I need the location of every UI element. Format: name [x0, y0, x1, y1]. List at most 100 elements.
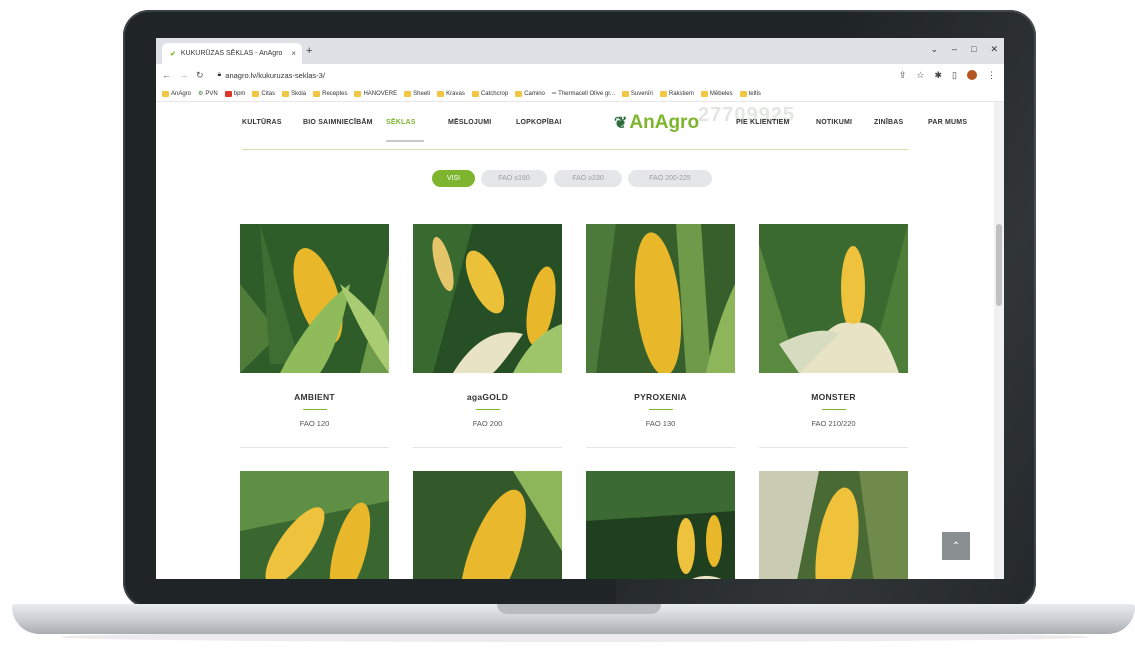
nav-item-meslojumi[interactable]: MĒSLOJUMI [448, 119, 491, 126]
window-controls: ⌄ – □ ✕ [930, 44, 998, 55]
product-image-ambient[interactable] [240, 224, 389, 373]
folder-icon [404, 90, 412, 97]
toolbar-actions: ⇪ ☆ ✱ ▯ ⋮ [899, 70, 996, 81]
product-name[interactable]: AMBIENT [240, 392, 389, 402]
dash-icon: ═ [551, 90, 557, 97]
bookmark-item[interactable]: ═ Thermacell Olive gr... [552, 91, 615, 97]
filter-fao-200-225[interactable]: FAO 200-225 [628, 170, 712, 187]
bookmark-item[interactable]: Receptes [313, 90, 347, 97]
folder-icon [252, 90, 260, 97]
reload-icon[interactable]: ↻ [196, 70, 204, 81]
nav-item-seklas[interactable]: SĒKLAS [386, 119, 416, 126]
folder-icon [224, 90, 232, 97]
product-image[interactable] [759, 471, 908, 579]
site-logo[interactable]: ❦ AnAgro [614, 112, 699, 134]
product-name[interactable]: MONSTER [759, 392, 908, 402]
laptop-notch [497, 604, 661, 614]
nav-item-pie-klientiem[interactable]: PIE KLIENTIEM [736, 119, 790, 126]
product-underline [303, 409, 327, 410]
browser-tab[interactable]: ✔ KUKURŪZAS SĒKLAS - AnAgro × [162, 43, 302, 64]
product-name[interactable]: agaGOLD [413, 392, 562, 402]
bookmark-item[interactable]: teltis [739, 90, 761, 97]
chevron-down-icon[interactable]: ⌄ [930, 44, 938, 55]
folder-icon [313, 90, 321, 97]
product-fao: FAO 130 [645, 419, 676, 428]
nav-item-bio[interactable]: BIO SAIMNIECĪBĀM [303, 119, 373, 126]
product-image-pyroxenia[interactable] [586, 224, 735, 373]
minimize-icon[interactable]: – [952, 44, 957, 55]
product-image[interactable] [240, 471, 389, 579]
folder-icon [621, 90, 629, 97]
product-image[interactable] [586, 471, 735, 579]
filter-all[interactable]: VISI [432, 170, 475, 187]
product-underline [649, 409, 673, 410]
new-tab-button[interactable]: + [306, 45, 312, 57]
active-nav-indicator [386, 140, 424, 142]
address-bar: ← → ↻ 🔒︎ anagro.lv/kukuruzas-seklas-3/ ⇪… [156, 64, 1004, 86]
page-scrollbar[interactable] [994, 102, 1004, 579]
bookmark-item[interactable]: Mēbeles [700, 90, 733, 97]
product-fao: FAO 210/220 [811, 419, 856, 428]
filter-fao-230[interactable]: FAO ≥230 [554, 170, 622, 187]
share-icon[interactable]: ⇪ [899, 70, 907, 81]
bookmark-item[interactable]: HANOVERE [354, 90, 397, 97]
menu-dots-icon[interactable]: ⋮ [987, 70, 996, 81]
folder-icon [739, 90, 747, 97]
product-fao: FAO 120 [299, 419, 330, 428]
gear-icon: ⚙ [198, 91, 204, 97]
scroll-to-top-button[interactable]: ⌃ [942, 532, 970, 560]
leaf-logo-icon: ❦ [614, 115, 628, 132]
product-underline [476, 409, 500, 410]
bookmark-item[interactable]: Citas [252, 90, 275, 97]
sidebar-icon[interactable]: ▯ [952, 70, 957, 81]
close-tab-icon[interactable]: × [291, 49, 296, 58]
folder-icon [282, 90, 290, 97]
url-field[interactable]: 🔒︎ anagro.lv/kukuruzas-seklas-3/ [218, 71, 325, 80]
lock-icon: 🔒︎ [217, 71, 222, 78]
product-image[interactable] [413, 471, 562, 579]
url-text: anagro.lv/kukuruzas-seklas-3/ [225, 70, 325, 80]
close-window-icon[interactable]: ✕ [990, 44, 998, 55]
product-image-monster[interactable] [759, 224, 908, 373]
card-separator [413, 447, 562, 448]
arrow-right-icon[interactable]: → [179, 70, 188, 80]
nav-item-notikumi[interactable]: NOTIKUMI [816, 119, 852, 126]
nav-item-zinibas[interactable]: ZINĪBAS [874, 119, 903, 126]
filter-fao-190[interactable]: FAO ≤190 [481, 170, 547, 187]
bookmark-item[interactable]: Suvenīri [621, 90, 653, 97]
tab-bar: ✔ KUKURŪZAS SĒKLAS - AnAgro × + ⌄ – □ ✕ [156, 38, 1004, 64]
product-name[interactable]: PYROXENIA [586, 392, 735, 402]
scrollbar-thumb[interactable] [996, 224, 1002, 306]
card-separator [240, 447, 389, 448]
folder-icon [659, 90, 667, 97]
folder-icon [515, 90, 523, 97]
card-separator [759, 447, 908, 448]
arrow-left-icon[interactable]: ← [162, 70, 171, 80]
chevron-up-icon: ⌃ [951, 540, 961, 552]
bookmark-item[interactable]: Camino [515, 90, 545, 97]
bookmark-item[interactable]: bpm [224, 90, 245, 97]
bookmark-item[interactable]: Catchcrop [471, 90, 508, 97]
site-navigation: KULTŪRAS BIO SAIMNIECĪBĀM SĒKLAS MĒSLOJU… [156, 102, 1004, 144]
star-icon[interactable]: ☆ [916, 70, 924, 81]
bookmark-item[interactable]: Skola [282, 90, 306, 97]
folder-icon [437, 90, 445, 97]
bookmark-item[interactable]: ⚙ PVN [198, 90, 218, 98]
bookmark-item[interactable]: Sheeti [404, 90, 430, 97]
folder-icon [471, 90, 479, 97]
bookmark-item[interactable]: Rakstiem [659, 90, 694, 97]
puzzle-icon[interactable]: ✱ [935, 70, 943, 81]
card-separator [586, 447, 735, 448]
nav-item-kulturas[interactable]: KULTŪRAS [242, 119, 282, 126]
bookmark-item[interactable]: AnAgro [162, 90, 191, 97]
folder-icon [354, 90, 362, 97]
product-image-agagold[interactable] [413, 224, 562, 373]
nav-item-par-mums[interactable]: PAR MUMS [928, 119, 967, 126]
tab-title: KUKURŪZAS SĒKLAS - AnAgro [180, 50, 283, 57]
anagro-favicon-icon: ✔ [170, 50, 176, 58]
profile-avatar[interactable] [967, 70, 977, 80]
nav-item-lopkopibai[interactable]: LOPKOPĪBAI [516, 119, 562, 126]
maximize-icon[interactable]: □ [971, 44, 976, 55]
bookmark-item[interactable]: Kravas [437, 90, 465, 97]
product-underline [822, 409, 846, 410]
